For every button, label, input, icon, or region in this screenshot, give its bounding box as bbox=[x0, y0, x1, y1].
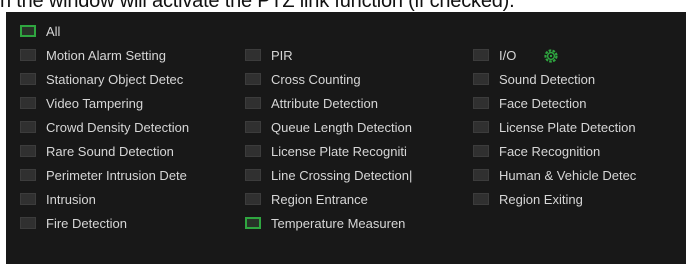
options-row: Intrusion Region Entrance Region Exiting bbox=[6, 188, 686, 212]
checkbox-attribute-detection[interactable] bbox=[245, 97, 261, 109]
option-motion-alarm-setting[interactable]: Motion Alarm Setting bbox=[20, 44, 245, 68]
options-row: Motion Alarm Setting PIR I/O bbox=[6, 44, 686, 68]
option-video-tampering[interactable]: Video Tampering bbox=[20, 92, 245, 116]
checkbox-video-tampering[interactable] bbox=[20, 97, 36, 109]
option-i-o[interactable]: I/O bbox=[473, 44, 686, 68]
checkbox-region-entrance[interactable] bbox=[245, 193, 261, 205]
options-row: Stationary Object Detec Cross Counting Sou… bbox=[6, 68, 686, 92]
option-pir[interactable]: PIR bbox=[245, 44, 473, 68]
gear-icon[interactable] bbox=[543, 48, 559, 64]
option-label: Stationary Object Detec bbox=[46, 72, 184, 87]
option-region-entrance[interactable]: Region Entrance bbox=[245, 188, 473, 212]
checkbox-i-o[interactable] bbox=[473, 49, 489, 61]
options-row: Fire Detection Temperature Measuren bbox=[6, 212, 686, 236]
option-fire-detection[interactable]: Fire Detection bbox=[20, 212, 245, 236]
options-row: Perimeter Intrusion Dete Line Crossing De… bbox=[6, 164, 686, 188]
alarm-type-panel: All Motion Alarm Setting PIR I/O Stationary… bbox=[6, 12, 686, 264]
checkbox-all[interactable] bbox=[20, 25, 36, 37]
checkbox-fire-detection[interactable] bbox=[20, 217, 36, 229]
checkbox-queue-length-detection[interactable] bbox=[245, 121, 261, 133]
instruction-text-strip: n the window will activate the PTZ link … bbox=[0, 0, 686, 12]
option-label: Line Crossing Detection| bbox=[271, 168, 413, 183]
checkbox-sound-detection[interactable] bbox=[473, 73, 489, 85]
option-label: Rare Sound Detection bbox=[46, 144, 174, 159]
option-label: Region Exiting bbox=[499, 192, 583, 207]
option-label: Cross Counting bbox=[271, 72, 361, 87]
checkbox-face-recognition[interactable] bbox=[473, 145, 489, 157]
option-label: Human & Vehicle Detec bbox=[499, 168, 637, 183]
option-region-exiting[interactable]: Region Exiting bbox=[473, 188, 686, 212]
option-label: Region Entrance bbox=[271, 192, 368, 207]
all-row: All bbox=[6, 20, 686, 44]
checkbox-crowd-density-detection[interactable] bbox=[20, 121, 36, 133]
option-perimeter-intrusion-dete[interactable]: Perimeter Intrusion Dete bbox=[20, 164, 245, 188]
option-label: Motion Alarm Setting bbox=[46, 48, 166, 63]
option-label: Sound Detection bbox=[499, 72, 596, 87]
option-rare-sound-detection[interactable]: Rare Sound Detection bbox=[20, 140, 245, 164]
option-label: Intrusion bbox=[46, 192, 96, 207]
option-label: Temperature Measuren bbox=[271, 216, 406, 231]
option-temperature-measuren[interactable]: Temperature Measuren bbox=[245, 212, 473, 236]
instruction-text: n the window will activate the PTZ link … bbox=[0, 0, 515, 12]
option-label: License Plate Detection bbox=[499, 120, 636, 135]
option-label: Attribute Detection bbox=[271, 96, 378, 111]
checkbox-intrusion[interactable] bbox=[20, 193, 36, 205]
checkbox-license-plate-recogniti[interactable] bbox=[245, 145, 261, 157]
option-human-vehicle-detec[interactable]: Human & Vehicle Detec bbox=[473, 164, 686, 188]
checkbox-license-plate-detection[interactable] bbox=[473, 121, 489, 133]
option-label: Crowd Density Detection bbox=[46, 120, 190, 135]
options-row: Crowd Density Detection Queue Length Dete… bbox=[6, 116, 686, 140]
option-crowd-density-detection[interactable]: Crowd Density Detection bbox=[20, 116, 245, 140]
option-face-recognition[interactable]: Face Recognition bbox=[473, 140, 686, 164]
option-label: Video Tampering bbox=[46, 96, 144, 111]
option-label: Face Recognition bbox=[499, 144, 601, 159]
checkbox-motion-alarm-setting[interactable] bbox=[20, 49, 36, 61]
option-line-crossing-detection[interactable]: Line Crossing Detection| bbox=[245, 164, 473, 188]
checkbox-cross-counting[interactable] bbox=[245, 73, 261, 85]
checkbox-face-detection[interactable] bbox=[473, 97, 489, 109]
option-label: Face Detection bbox=[499, 96, 587, 111]
checkbox-rare-sound-detection[interactable] bbox=[20, 145, 36, 157]
checkbox-stationary-object-detec[interactable] bbox=[20, 73, 36, 85]
option-all-label: All bbox=[46, 24, 61, 39]
option-face-detection[interactable]: Face Detection bbox=[473, 92, 686, 116]
checkbox-pir[interactable] bbox=[245, 49, 261, 61]
option-license-plate-recogniti[interactable]: License Plate Recogniti bbox=[245, 140, 473, 164]
checkbox-region-exiting[interactable] bbox=[473, 193, 489, 205]
option-stationary-object-detec[interactable]: Stationary Object Detec bbox=[20, 68, 245, 92]
option-attribute-detection[interactable]: Attribute Detection bbox=[245, 92, 473, 116]
option-label: Queue Length Detection bbox=[271, 120, 412, 135]
checkbox-temperature-measuren[interactable] bbox=[245, 217, 261, 229]
option-sound-detection[interactable]: Sound Detection bbox=[473, 68, 686, 92]
checkbox-perimeter-intrusion-dete[interactable] bbox=[20, 169, 36, 181]
option-all[interactable]: All bbox=[20, 20, 245, 44]
checkbox-line-crossing-detection[interactable] bbox=[245, 169, 261, 181]
option-label: I/O bbox=[499, 48, 517, 63]
options-row: Video Tampering Attribute Detection Face D… bbox=[6, 92, 686, 116]
option-license-plate-detection[interactable]: License Plate Detection bbox=[473, 116, 686, 140]
option-queue-length-detection[interactable]: Queue Length Detection bbox=[245, 116, 473, 140]
option-label: Fire Detection bbox=[46, 216, 127, 231]
option-label: License Plate Recogniti bbox=[271, 144, 407, 159]
option-cross-counting[interactable]: Cross Counting bbox=[245, 68, 473, 92]
options-row: Rare Sound Detection License Plate Recogn… bbox=[6, 140, 686, 164]
option-label: Perimeter Intrusion Dete bbox=[46, 168, 187, 183]
option-intrusion[interactable]: Intrusion bbox=[20, 188, 245, 212]
checkbox-human-vehicle-detec[interactable] bbox=[473, 169, 489, 181]
option-label: PIR bbox=[271, 48, 293, 63]
